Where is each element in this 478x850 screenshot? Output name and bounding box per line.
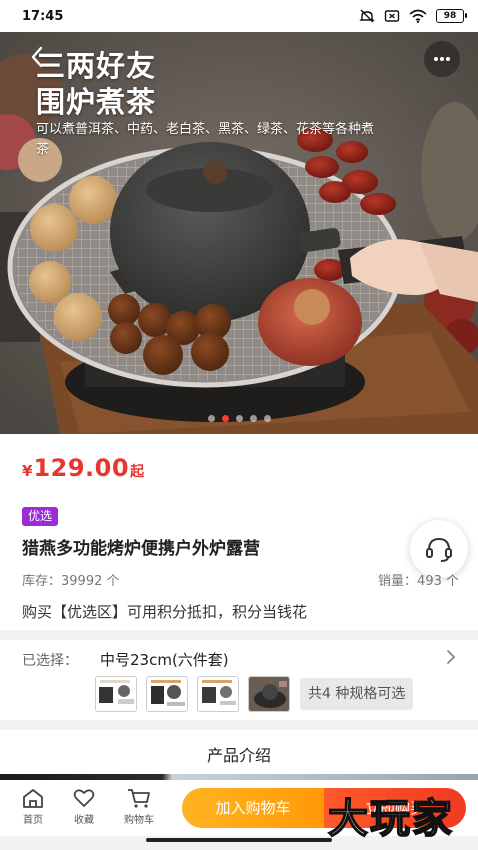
product-intro-section: 产品介绍 <box>0 730 478 774</box>
customer-service-icon <box>426 537 452 562</box>
nav-cart[interactable]: 购物车 <box>117 787 161 826</box>
cart-icon <box>128 789 150 808</box>
hero-subtitle: 可以煮普洱茶、中药、老白茶、黑茶、绿茶、花茶等各种煮茶 <box>36 122 375 157</box>
nav-cart-label: 购物车 <box>124 815 154 826</box>
wifi-icon <box>409 9 427 23</box>
status-icons: 98 <box>359 9 467 23</box>
mute-icon <box>359 9 375 23</box>
screen-record-icon <box>384 10 400 22</box>
battery-icon: 98 <box>436 9 467 23</box>
status-bar: 17:45 98 <box>0 0 478 32</box>
carousel-dot[interactable] <box>221 415 229 422</box>
carousel-dot[interactable] <box>249 415 257 422</box>
product-info-card: ¥ 129.00 起 优选 猎燕多功能烤炉便携户外炉露营 库存：39992 个 … <box>0 434 478 630</box>
spec-thumb-3[interactable] <box>197 676 239 712</box>
spec-thumb-1[interactable] <box>95 676 137 712</box>
sales-count: 销量：493 个 <box>378 574 459 589</box>
product-intro-title: 产品介绍 <box>206 746 271 765</box>
points-note: 购买【优选区】可用积分抵扣，积分当钱花 <box>22 603 308 621</box>
heart-icon <box>73 789 95 807</box>
price-value: 129.00 <box>33 454 130 482</box>
add-to-cart-button[interactable]: 加入购物车 <box>182 788 324 828</box>
more-button[interactable] <box>424 41 460 77</box>
nav-favorite-label: 收藏 <box>74 815 94 826</box>
status-time: 17:45 <box>22 8 64 24</box>
spec-count: 共4 种规格可选 <box>300 678 414 710</box>
hero-title-line-2: 围炉煮茶 <box>36 85 157 119</box>
home-icon <box>23 789 43 808</box>
stock-count: 库存：39992 个 <box>22 574 120 589</box>
nav-home-label: 首页 <box>23 815 43 826</box>
product-title: 猎燕多功能烤炉便携户外炉露营 <box>22 539 260 559</box>
premium-tag: 优选 <box>22 507 59 526</box>
price: ¥ 129.00 起 <box>22 454 144 482</box>
carousel-dots <box>0 415 478 422</box>
hero-title: 三两好友 围炉煮茶 <box>36 48 156 120</box>
nav-home[interactable]: 首页 <box>11 787 55 826</box>
carousel-dot[interactable] <box>235 415 243 422</box>
spec-value: 中号23cm(六件套) <box>100 651 229 669</box>
home-indicator <box>146 838 332 842</box>
hero-title-line-1: 三两好友 <box>36 49 157 83</box>
carousel-dot[interactable] <box>207 415 215 422</box>
price-suffix: 起 <box>130 464 145 480</box>
spec-label: 已选择： <box>22 653 78 669</box>
price-currency: ¥ <box>22 462 33 480</box>
carousel-dot[interactable] <box>263 415 271 422</box>
nav-favorite[interactable]: 收藏 <box>62 787 106 826</box>
more-icon <box>434 57 450 61</box>
battery-level: 98 <box>443 11 457 21</box>
spec-thumbnails: 共4 种规格可选 <box>95 676 414 712</box>
chevron-right-icon <box>447 650 456 664</box>
watermark: 大玩家 <box>327 795 454 843</box>
spec-selector[interactable]: 已选择： 中号23cm(六件套) 共4 种规格可选 <box>0 640 478 720</box>
product-hero-carousel[interactable]: 三两好友 围炉煮茶 可以煮普洱茶、中药、老白茶、黑茶、绿茶、花茶等各种煮茶 <box>0 32 478 434</box>
spec-thumb-4[interactable] <box>248 676 290 712</box>
spec-thumb-2[interactable] <box>146 676 188 712</box>
